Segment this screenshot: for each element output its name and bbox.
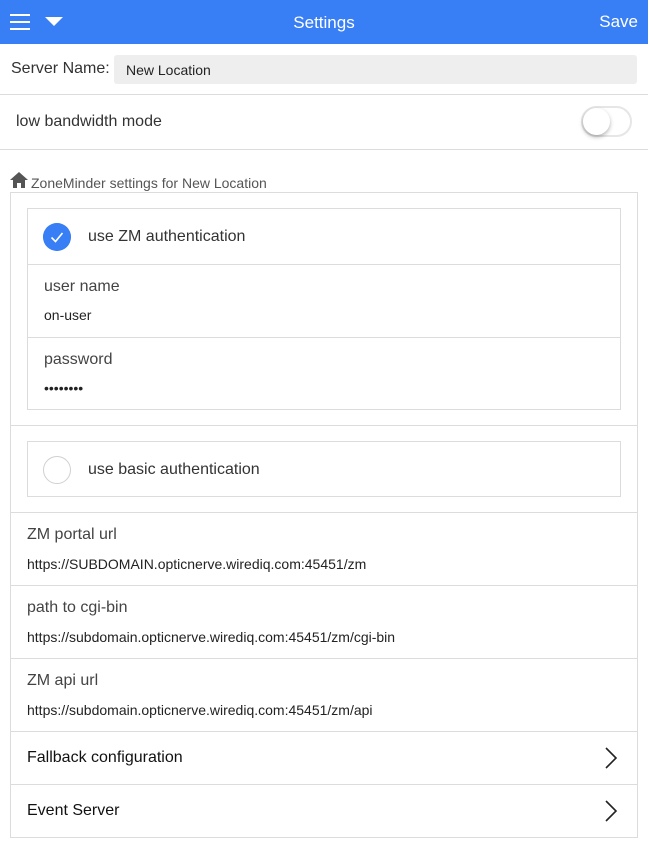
username-label: user name [44, 278, 120, 295]
zm-auth-checkbox-row[interactable]: use ZM authentication [28, 209, 620, 264]
home-icon [10, 172, 28, 188]
section-title: ZoneMinder settings for New Location [31, 175, 267, 191]
username-input[interactable] [44, 307, 604, 323]
event-server-label: Event Server [27, 802, 120, 819]
zm-api-url-label: ZM api url [27, 672, 99, 689]
basic-auth-label: use basic authentication [88, 461, 260, 478]
basic-auth-checkbox-row[interactable]: use basic authentication [28, 442, 620, 497]
password-label: password [44, 351, 113, 368]
app-header: Settings Save [0, 0, 648, 44]
checkmark-icon [43, 223, 71, 251]
unchecked-circle-icon [43, 456, 71, 484]
username-field: user name [28, 264, 620, 337]
password-input[interactable] [44, 380, 604, 396]
toggle-knob [583, 108, 610, 135]
basic-auth-group: use basic authentication [27, 441, 621, 497]
zm-auth-group: use ZM authentication user name password [27, 208, 621, 410]
low-bandwidth-toggle[interactable] [581, 106, 632, 137]
zm-auth-label: use ZM authentication [88, 228, 246, 245]
fallback-configuration-item[interactable]: Fallback configuration [10, 732, 638, 785]
divider [10, 425, 638, 426]
zm-portal-url-input[interactable] [27, 556, 627, 572]
save-button[interactable]: Save [599, 12, 638, 32]
server-name-row: Server Name: [0, 44, 648, 95]
chevron-right-icon [605, 747, 618, 769]
zm-api-url-input[interactable] [27, 702, 627, 718]
chevron-right-icon [605, 800, 618, 822]
low-bandwidth-row: low bandwidth mode [0, 95, 648, 150]
zm-portal-url-field: ZM portal url [10, 513, 638, 586]
page-title: Settings [293, 13, 355, 32]
event-server-item[interactable]: Event Server [10, 785, 638, 838]
zm-portal-url-label: ZM portal url [27, 526, 117, 543]
server-name-input[interactable] [114, 55, 637, 84]
fallback-configuration-label: Fallback configuration [27, 749, 183, 766]
server-name-label: Server Name: [11, 60, 110, 77]
low-bandwidth-label: low bandwidth mode [16, 113, 162, 130]
zm-api-url-field: ZM api url [10, 659, 638, 732]
cgi-bin-path-field: path to cgi-bin [10, 586, 638, 659]
password-field: password [28, 337, 620, 410]
cgi-bin-path-input[interactable] [27, 629, 627, 645]
cgi-bin-path-label: path to cgi-bin [27, 599, 128, 616]
